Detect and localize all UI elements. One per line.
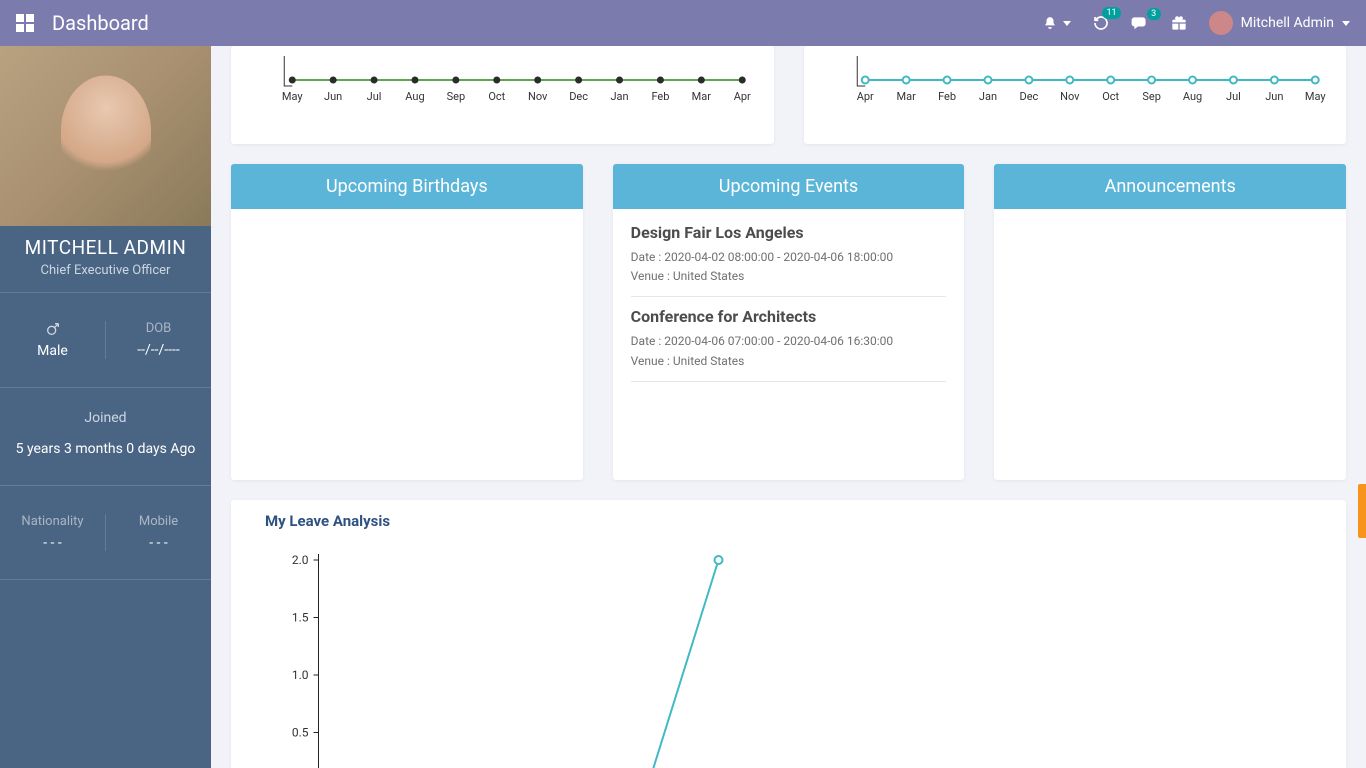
- event-item: Design Fair Los Angeles Date : 2020-04-0…: [631, 223, 947, 297]
- bell-icon: [1043, 16, 1057, 30]
- chat-button[interactable]: 3: [1131, 16, 1149, 30]
- svg-text:Nov: Nov: [528, 90, 548, 103]
- svg-text:Jan: Jan: [978, 90, 996, 103]
- svg-text:0.5: 0.5: [292, 726, 309, 740]
- svg-text:Mar: Mar: [692, 90, 712, 103]
- dob-label: DOB: [106, 321, 211, 336]
- svg-text:Oct: Oct: [1102, 90, 1119, 103]
- event-date: Date : 2020-04-06 07:00:00 - 2020-04-06 …: [631, 332, 947, 351]
- user-menu[interactable]: Mitchell Admin: [1209, 11, 1350, 35]
- profile-photo: [0, 46, 211, 226]
- mini-chart-svg-1: May Jun Jul Aug Sep Oct Nov Dec Jan Feb Mar Apr: [251, 56, 754, 116]
- joined-value: 5 years 3 months 0 days Ago: [10, 436, 201, 463]
- svg-text:Dec: Dec: [1019, 90, 1038, 103]
- mobile-label: Mobile: [106, 514, 211, 529]
- svg-text:May: May: [1304, 90, 1326, 103]
- birthdays-card: Upcoming Birthdays: [231, 164, 583, 480]
- svg-text:Feb: Feb: [938, 90, 956, 103]
- profile-job-title: Chief Executive Officer: [0, 263, 211, 278]
- main-content: May Jun Jul Aug Sep Oct Nov Dec Jan Feb Mar Apr Apr…: [211, 46, 1366, 768]
- user-name: Mitchell Admin: [1241, 15, 1334, 31]
- svg-text:Jul: Jul: [367, 90, 382, 103]
- svg-text:Oct: Oct: [488, 90, 505, 103]
- events-header: Upcoming Events: [613, 164, 965, 209]
- male-icon: [45, 321, 61, 337]
- svg-text:Aug: Aug: [1182, 90, 1201, 103]
- svg-text:2.0: 2.0: [292, 553, 309, 567]
- mini-chart-svg-2: Apr Mar Feb Jan Dec Nov Oct Sep Aug Jul Jun May: [824, 56, 1327, 116]
- svg-text:Mar: Mar: [896, 90, 916, 103]
- nationality-cell: Nationality - - -: [0, 514, 106, 551]
- refresh-button[interactable]: 11: [1093, 15, 1109, 31]
- gift-icon: [1171, 15, 1187, 31]
- event-item: Conference for Architects Date : 2020-04…: [631, 307, 947, 381]
- birthdays-header: Upcoming Birthdays: [231, 164, 583, 209]
- svg-text:Jun: Jun: [1265, 90, 1283, 103]
- chevron-down-icon: [1342, 21, 1350, 26]
- gift-button[interactable]: [1171, 15, 1187, 31]
- event-title: Conference for Architects: [631, 307, 947, 326]
- leave-analysis-card: My Leave Analysis 0.00.51.01.52.0Nov 201…: [231, 500, 1346, 768]
- svg-text:Sep: Sep: [447, 90, 466, 103]
- svg-text:Jun: Jun: [324, 90, 342, 103]
- leave-analysis-title: My Leave Analysis: [265, 512, 1326, 530]
- scroll-top-button[interactable]: [1358, 484, 1366, 538]
- svg-text:Nov: Nov: [1060, 90, 1080, 103]
- event-venue: Venue : United States: [631, 352, 947, 371]
- svg-text:1.5: 1.5: [292, 611, 309, 625]
- announcements-header: Announcements: [994, 164, 1346, 209]
- avatar: [1209, 11, 1233, 35]
- svg-text:1.0: 1.0: [292, 668, 309, 682]
- chat-icon: [1131, 16, 1149, 30]
- gender-cell: Male: [0, 321, 106, 359]
- mobile-cell: Mobile - - -: [106, 514, 211, 551]
- svg-text:Apr: Apr: [856, 90, 873, 103]
- nationality-label: Nationality: [0, 514, 105, 529]
- svg-text:Feb: Feb: [651, 90, 669, 103]
- svg-text:Apr: Apr: [734, 90, 751, 103]
- top-actions: 11 3 Mitchell Admin: [1043, 11, 1350, 35]
- svg-text:Dec: Dec: [569, 90, 588, 103]
- nationality-value: - - -: [0, 535, 105, 551]
- svg-text:Jan: Jan: [610, 90, 628, 103]
- apps-icon[interactable]: [16, 14, 34, 32]
- events-card: Upcoming Events Design Fair Los Angeles …: [613, 164, 965, 480]
- event-date: Date : 2020-04-02 08:00:00 - 2020-04-06 …: [631, 248, 947, 267]
- dob-cell: DOB --/--/----: [106, 321, 211, 359]
- event-title: Design Fair Los Angeles: [631, 223, 947, 242]
- profile-name: MITCHELL ADMIN: [0, 236, 211, 259]
- chat-badge: 3: [1147, 8, 1161, 20]
- svg-text:Aug: Aug: [405, 90, 424, 103]
- mini-chart-1: May Jun Jul Aug Sep Oct Nov Dec Jan Feb Mar Apr: [231, 46, 774, 144]
- profile-sidebar: MITCHELL ADMIN Chief Executive Officer M…: [0, 46, 211, 768]
- svg-text:Jul: Jul: [1226, 90, 1241, 103]
- event-venue: Venue : United States: [631, 267, 947, 286]
- joined-label: Joined: [10, 410, 201, 426]
- leave-chart-svg: 0.00.51.01.52.0Nov 2019Dec 2019Jan 2020F…: [251, 540, 1326, 768]
- mobile-value: - - -: [106, 535, 211, 551]
- svg-text:Sep: Sep: [1142, 90, 1161, 103]
- dob-value: --/--/----: [106, 342, 211, 358]
- topbar: Dashboard 11 3 Mitchell Admin: [0, 0, 1366, 46]
- announcements-card: Announcements: [994, 164, 1346, 480]
- mini-chart-2: Apr Mar Feb Jan Dec Nov Oct Sep Aug Jul Jun May: [804, 46, 1347, 144]
- joined-block: Joined 5 years 3 months 0 days Ago: [0, 388, 211, 486]
- gender-value: Male: [0, 343, 105, 359]
- page-title: Dashboard: [52, 11, 1043, 35]
- notifications-button[interactable]: [1043, 16, 1071, 30]
- svg-text:May: May: [282, 90, 304, 103]
- refresh-badge: 11: [1102, 7, 1120, 19]
